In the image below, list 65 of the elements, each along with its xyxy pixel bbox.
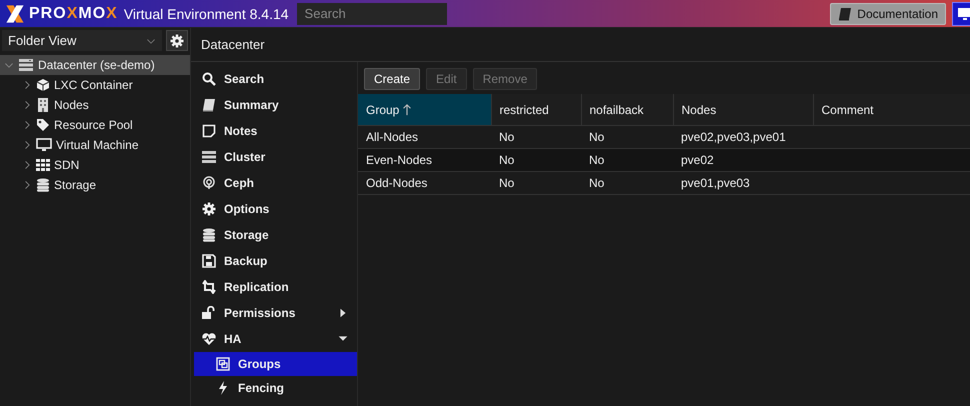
gear-icon [202, 202, 216, 216]
tree-item[interactable]: Nodes [0, 95, 190, 115]
product-title: Virtual Environment 8.4.14 [124, 6, 289, 22]
cube-icon [36, 78, 50, 92]
unlock-icon [202, 306, 216, 320]
table-cell: Even-Nodes [366, 153, 432, 167]
nav-item[interactable]: Options [194, 196, 357, 222]
settings-button[interactable] [166, 30, 188, 51]
table-cell: No [589, 153, 604, 167]
monitor-icon [957, 6, 970, 20]
logo: PROXMOX [29, 4, 118, 22]
tag-icon [36, 118, 50, 132]
search-icon [202, 72, 216, 86]
column-header[interactable]: Nodes [682, 102, 716, 116]
heartbeat-icon [202, 332, 216, 346]
tree-item[interactable]: SDN [0, 155, 190, 175]
nav-item[interactable]: Ceph [194, 170, 357, 196]
nav-item[interactable]: Summary [194, 92, 357, 118]
tree-item[interactable]: LXC Container [0, 75, 190, 95]
nav-item[interactable]: Storage [194, 222, 357, 248]
tree-item[interactable]: Storage [0, 175, 190, 195]
column-header[interactable]: restricted [500, 102, 549, 116]
view-dropdown[interactable]: Folder View [2, 30, 162, 51]
table-cell: pve02,pve03,pve01 [681, 130, 786, 144]
x-logo-icon [4, 4, 26, 24]
tree-item[interactable]: Datacenter (se-demo) [0, 55, 190, 75]
building-icon [36, 98, 50, 112]
table-cell: No [589, 130, 604, 144]
table-cell: All-Nodes [366, 130, 418, 144]
table-cell: No [589, 176, 604, 190]
tree-item[interactable]: Resource Pool [0, 115, 190, 135]
table-cell: No [499, 153, 514, 167]
nav-item[interactable]: Backup [194, 248, 357, 274]
object-group-icon [216, 357, 230, 371]
sort-arrow-icon [401, 102, 414, 116]
table-cell: No [499, 130, 514, 144]
nav-item[interactable]: Replication [194, 274, 357, 300]
ceph-icon [202, 176, 216, 190]
nav-item[interactable]: Permissions [194, 300, 357, 326]
nav-item[interactable]: HA [194, 326, 357, 352]
nav-item[interactable]: Search [194, 66, 357, 92]
server-icon [202, 150, 216, 164]
tree-item[interactable]: Virtual Machine [0, 135, 190, 155]
gear-icon [170, 34, 184, 48]
database-icon [202, 228, 216, 242]
nav-item[interactable]: Notes [194, 118, 357, 144]
table-cell: Odd-Nodes [366, 176, 428, 190]
monitor-icon [36, 138, 52, 152]
database-icon [36, 178, 50, 192]
server-icon [18, 58, 34, 72]
table-cell: pve01,pve03 [681, 176, 750, 190]
nav-item[interactable]: Fencing [194, 376, 357, 400]
documentation-button[interactable]: Documentation [830, 2, 946, 24]
toolbar-button[interactable]: Create [364, 68, 420, 90]
table-cell: pve02 [681, 153, 714, 167]
note-icon [202, 124, 216, 138]
bolt-icon [216, 381, 230, 395]
nav-item[interactable]: Cluster [194, 144, 357, 170]
table-cell: No [499, 176, 514, 190]
nav-item[interactable]: Groups [194, 352, 357, 376]
column-header[interactable]: Comment [822, 102, 874, 116]
column-header[interactable]: nofailback [590, 102, 644, 116]
search-field[interactable]: Search [296, 2, 447, 24]
grid-icon [36, 158, 50, 172]
column-header[interactable]: Group [366, 102, 400, 116]
